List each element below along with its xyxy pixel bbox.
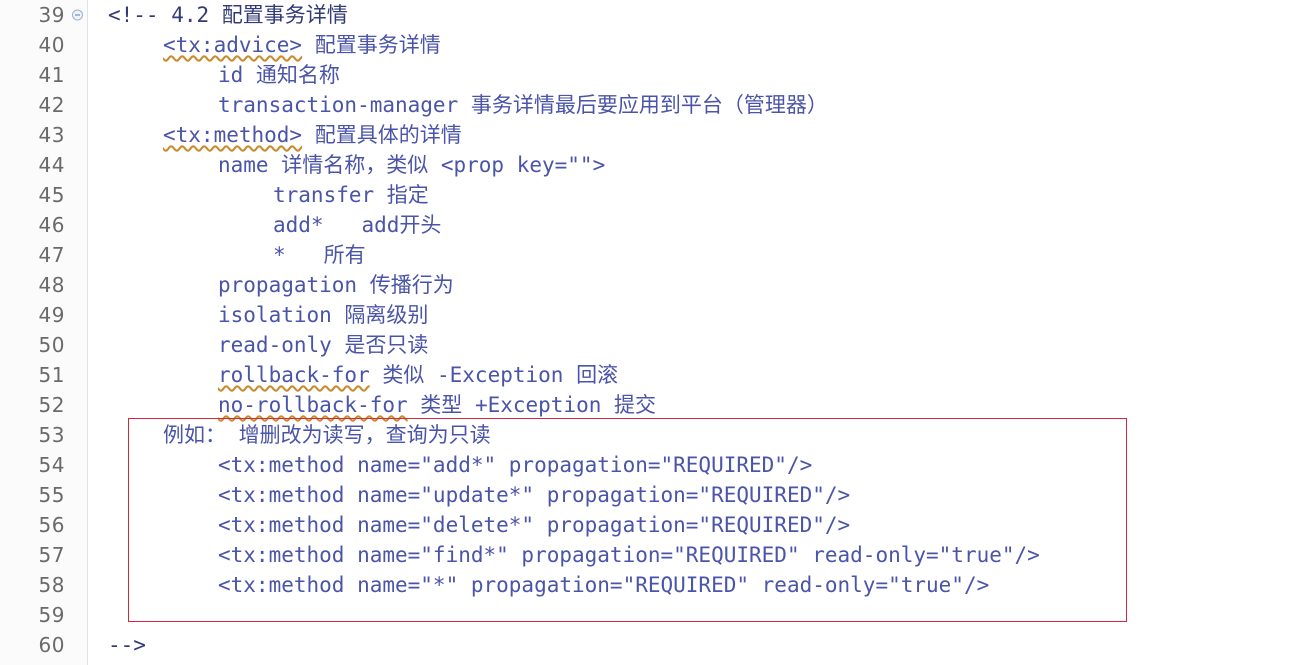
line-number-label: 41 [38,63,65,87]
line-number-label: 39 [38,3,65,27]
line-number-gutter[interactable]: 39 40 41 42 43 44 45 46 47 48 49 50 51 52 53 54 55 56 57 58… [0,0,88,665]
code-line-60[interactable]: --> [89,630,1294,660]
code-token-text: isolation 隔离级别 [218,303,429,327]
code-line-41[interactable]: id 通知名称 [89,60,1294,90]
line-number-label: 44 [38,153,65,177]
code-token-text: <tx:method name="update*" propagation="R… [218,483,851,507]
code-line-52[interactable]: no-rollback-for 类型 +Exception 提交 [89,390,1294,420]
line-number-59[interactable]: 59 [0,600,87,630]
line-number-45[interactable]: 45 [0,180,87,210]
code-token-text: transfer 指定 [273,183,429,207]
code-line-53[interactable]: 例如： 增删改为读写，查询为只读 [89,420,1294,450]
code-line-43[interactable]: <tx:method> 配置具体的详情 [89,120,1294,150]
line-number-label: 42 [38,93,65,117]
line-number-label: 50 [38,333,65,357]
line-number-label: 40 [38,33,65,57]
code-token-text: id 通知名称 [218,63,340,87]
code-token-tag: <tx:method> [163,123,303,147]
line-number-label: 58 [38,573,65,597]
code-line-49[interactable]: isolation 隔离级别 [89,300,1294,330]
line-number-41[interactable]: 41 [0,60,87,90]
code-token-tag: no-rollback-for [218,393,408,417]
line-number-39[interactable]: 39 [0,0,87,30]
code-editor-viewport[interactable]: 39 40 41 42 43 44 45 46 47 48 49 50 51 52 53 54 55 56 57 58… [0,0,1294,665]
line-number-54[interactable]: 54 [0,450,87,480]
code-line-39[interactable]: <!-- 4.2 配置事务详情 [89,0,1294,30]
code-token-text: <tx:method name="*" propagation="REQUIRE… [218,573,990,597]
code-line-55[interactable]: <tx:method name="update*" propagation="R… [89,480,1294,510]
code-line-48[interactable]: propagation 传播行为 [89,270,1294,300]
line-number-44[interactable]: 44 [0,150,87,180]
code-line-45[interactable]: transfer 指定 [89,180,1294,210]
line-number-50[interactable]: 50 [0,330,87,360]
code-token-text: 配置事务详情 [302,33,441,57]
line-number-60[interactable]: 60 [0,630,87,660]
code-line-40[interactable]: <tx:advice> 配置事务详情 [89,30,1294,60]
line-number-label: 51 [38,363,65,387]
line-number-48[interactable]: 48 [0,270,87,300]
code-line-59[interactable] [89,600,1294,630]
line-number-label: 46 [38,213,65,237]
code-line-44[interactable]: name 详情名称，类似 <prop key=""> [89,150,1294,180]
line-number-label: 59 [38,603,65,627]
code-line-42[interactable]: transaction-manager 事务详情最后要应用到平台（管理器） [89,90,1294,120]
code-token-text: 类型 +Exception 提交 [407,393,657,417]
code-token-text: add* add开头 [273,213,442,237]
code-token-text: propagation 传播行为 [218,273,454,297]
code-token-tag: <tx:advice> [163,33,303,57]
code-token-text: name 详情名称，类似 <prop key=""> [218,153,606,177]
line-number-46[interactable]: 46 [0,210,87,240]
code-token-text: transaction-manager 事务详情最后要应用到平台（管理器） [218,93,828,117]
code-line-47[interactable]: * 所有 [89,240,1294,270]
line-number-51[interactable]: 51 [0,360,87,390]
line-number-42[interactable]: 42 [0,90,87,120]
code-line-57[interactable]: <tx:method name="find*" propagation="REQ… [89,540,1294,570]
code-token-text: 例如： 增删改为读写，查询为只读 [163,423,491,447]
line-number-label: 45 [38,183,65,207]
code-token-text: 类似 -Exception 回滚 [369,363,619,387]
code-token-text: <tx:method name="delete*" propagation="R… [218,513,851,537]
line-number-57[interactable]: 57 [0,540,87,570]
code-line-58[interactable]: <tx:method name="*" propagation="REQUIRE… [89,570,1294,600]
code-line-54[interactable]: <tx:method name="add*" propagation="REQU… [89,450,1294,480]
line-number-label: 60 [38,633,65,657]
line-number-40[interactable]: 40 [0,30,87,60]
line-number-label: 52 [38,393,65,417]
code-line-51[interactable]: rollback-for 类似 -Exception 回滚 [89,360,1294,390]
code-token-text: <tx:method name="find*" propagation="REQ… [218,543,1040,567]
line-number-label: 57 [38,543,65,567]
code-line-46[interactable]: add* add开头 [89,210,1294,240]
line-number-43[interactable]: 43 [0,120,87,150]
line-number-label: 56 [38,513,65,537]
line-number-label: 49 [38,303,65,327]
code-token-text: 配置具体的详情 [302,123,462,147]
collapse-minus-circle-icon[interactable] [72,9,83,21]
line-number-56[interactable]: 56 [0,510,87,540]
code-token-text: <!-- 4.2 配置事务详情 [108,3,348,27]
code-token-text: read-only 是否只读 [218,333,429,357]
line-number-47[interactable]: 47 [0,240,87,270]
code-token-text: <tx:method name="add*" propagation="REQU… [218,453,813,477]
line-number-52[interactable]: 52 [0,390,87,420]
line-number-53[interactable]: 53 [0,420,87,450]
line-number-label: 43 [38,123,65,147]
line-number-label: 47 [38,243,65,267]
line-number-label: 53 [38,423,65,447]
code-token-text: --> [108,633,146,657]
line-number-58[interactable]: 58 [0,570,87,600]
code-token-text: * 所有 [273,243,366,267]
code-token-tag: rollback-for [218,363,370,387]
code-line-50[interactable]: read-only 是否只读 [89,330,1294,360]
line-number-label: 54 [38,453,65,477]
line-number-label: 55 [38,483,65,507]
code-content-area[interactable]: <!-- 4.2 配置事务详情 <tx:advice> 配置事务详情 id 通知名称… [89,0,1294,665]
line-number-55[interactable]: 55 [0,480,87,510]
code-line-56[interactable]: <tx:method name="delete*" propagation="R… [89,510,1294,540]
line-number-label: 48 [38,273,65,297]
line-number-49[interactable]: 49 [0,300,87,330]
